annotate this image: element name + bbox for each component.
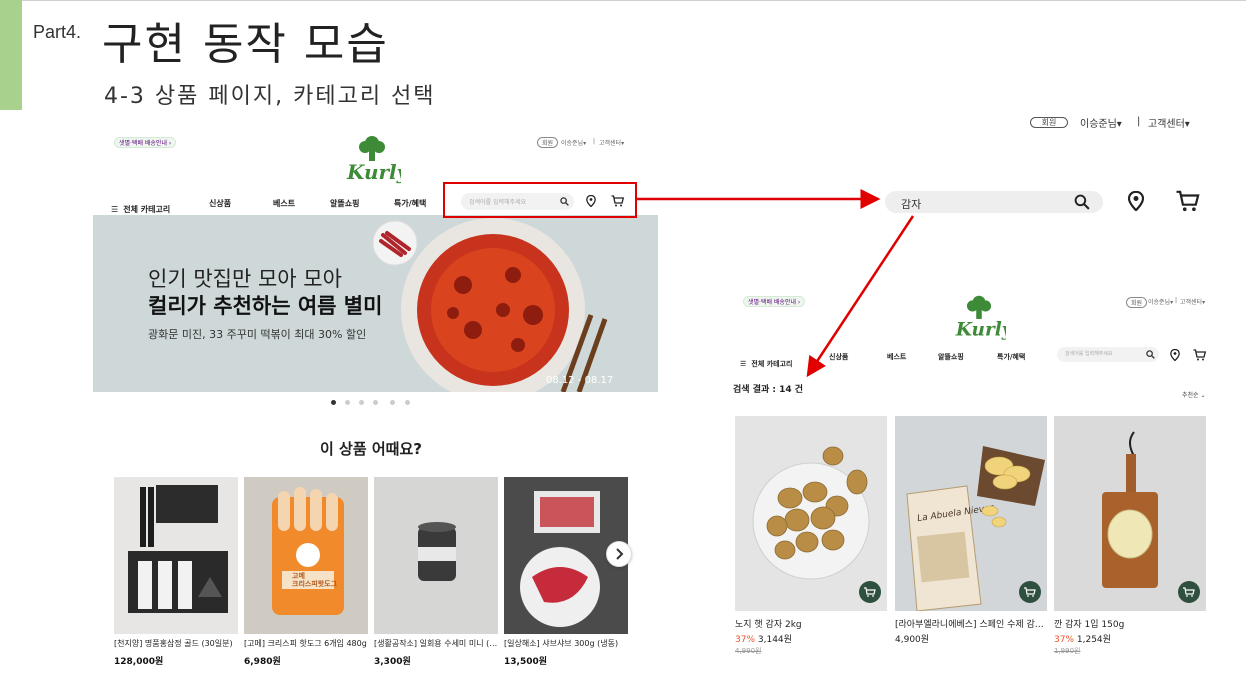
nav-best[interactable]: 베스트: [887, 352, 906, 362]
product-name[interactable]: [라아부엘라니에베스] 스페인 수제 감…: [895, 617, 1043, 630]
search-query: 감자: [901, 198, 922, 211]
discount-rate: 37%: [1054, 635, 1075, 645]
product-image[interactable]: [114, 477, 238, 634]
product-name[interactable]: 깐 감자 1입 150g: [1054, 617, 1206, 630]
svg-text:Kurly: Kurly: [955, 320, 1006, 341]
product-price-row: 37% 3,144원: [735, 632, 792, 645]
sort-dropdown[interactable]: 추천순 ⌄: [1182, 390, 1206, 399]
nav-bargain[interactable]: 알뜰쇼핑: [330, 198, 359, 209]
product-name[interactable]: [일상해소] 샤브샤브 300g (냉동): [504, 638, 628, 649]
add-to-cart-button[interactable]: [859, 581, 881, 603]
product-name[interactable]: [고메] 크리스피 핫도그 6개입 480g: [244, 638, 368, 649]
join-pill[interactable]: 회원: [537, 137, 559, 148]
carousel-dot[interactable]: [373, 400, 378, 405]
product-name[interactable]: 노지 햇 감자 2kg: [735, 617, 887, 630]
carousel-dot[interactable]: [331, 400, 336, 405]
slide-top-rule: [22, 0, 1246, 1]
customer-center-menu[interactable]: 고객센터▾: [599, 138, 624, 147]
search-result-count: 검색 결과 : 14 건: [733, 385, 804, 395]
recommend-section-title: 이 상품 어때요?: [320, 440, 422, 458]
sale-price: 1,254원: [1076, 635, 1111, 645]
product-price: 3,300원: [374, 657, 411, 667]
delivery-info-badge[interactable]: 샛별·택배 배송안내 ›: [743, 296, 806, 307]
nav-new[interactable]: 신상품: [209, 198, 231, 209]
banner-headline-1: 인기 맛집만 모아 모아: [148, 267, 342, 291]
nav-bargain[interactable]: 알뜰쇼핑: [938, 352, 964, 362]
svg-text:Kurly: Kurly: [346, 160, 401, 184]
slide-subtitle: 4-3 상품 페이지, 카테고리 선택: [104, 84, 436, 109]
banner-description: 광화문 미진, 33 주꾸미 떡볶이 최대 30% 할인: [148, 328, 367, 341]
location-pin-icon[interactable]: [1170, 349, 1180, 361]
cart-icon[interactable]: [1193, 349, 1206, 361]
search-area-highlight: [443, 182, 637, 218]
user-menu[interactable]: 이승준님▾: [1080, 115, 1122, 130]
banner-headline-2: 컬리가 추천하는 여름 별미: [148, 294, 383, 318]
customer-center-menu[interactable]: 고객센터▾: [1180, 297, 1205, 306]
search-icon[interactable]: [1146, 350, 1155, 359]
kurly-logo[interactable]: Kurly: [952, 293, 1006, 343]
nav-best[interactable]: 베스트: [273, 198, 295, 209]
user-menu[interactable]: 이승준님▾: [561, 138, 586, 147]
product-name[interactable]: [천지양] 명품홍삼정 골드 (30일분): [114, 638, 238, 649]
hamburger-icon: ☰: [740, 360, 747, 368]
kurly-logo[interactable]: Kurly: [343, 133, 401, 187]
carousel-dot[interactable]: [345, 400, 350, 405]
pack-label: 고메 크리스피핫도그: [292, 572, 338, 588]
product-price: 6,980원: [244, 657, 281, 667]
slide-accent-bar: [0, 0, 22, 110]
chevron-right-icon: [616, 548, 624, 560]
product-price-row: 4,900원: [895, 632, 929, 645]
original-price: 1,990원: [1054, 647, 1081, 655]
util-separator: |: [593, 138, 596, 145]
all-category-label: 전체 카테고리: [751, 360, 793, 368]
slide-title: 구현 동작 모습: [102, 19, 389, 70]
search-input[interactable]: 감자: [885, 191, 1103, 213]
cart-icon: [864, 587, 876, 597]
carousel-dot[interactable]: [390, 400, 395, 405]
sale-price: 4,900원: [895, 635, 930, 645]
join-pill[interactable]: 회원: [1030, 117, 1068, 128]
product-image[interactable]: 고메 크리스피핫도그: [244, 477, 368, 634]
cart-icon: [1183, 587, 1195, 597]
product-image[interactable]: [374, 477, 498, 634]
all-category-menu[interactable]: ☰ 전체 카테고리: [111, 197, 170, 216]
add-to-cart-button[interactable]: [1178, 581, 1200, 603]
carousel-dot[interactable]: [405, 400, 410, 405]
location-pin-icon[interactable]: [1127, 191, 1145, 211]
delivery-info-badge[interactable]: 샛별·택배 배송안내 ›: [114, 137, 177, 148]
product-price-row: 37% 1,254원: [1054, 632, 1111, 645]
product-price: 13,500원: [504, 657, 548, 667]
join-pill[interactable]: 회원: [1126, 297, 1148, 308]
hamburger-icon: ☰: [111, 205, 119, 214]
search-placeholder: 검색어를 입력해주세요: [1065, 351, 1113, 357]
util-separator: |: [1137, 116, 1141, 127]
user-menu[interactable]: 이승준님▾: [1148, 297, 1173, 306]
nav-deals[interactable]: 특가/혜택: [997, 352, 1025, 362]
search-input[interactable]: 검색어를 입력해주세요: [1057, 347, 1159, 362]
product-price: 128,000원: [114, 657, 164, 667]
all-category-label: 전체 카테고리: [123, 205, 171, 214]
product-name[interactable]: [생활공작소] 일회용 수세미 미니 (…: [374, 638, 498, 649]
util-separator: |: [1175, 297, 1178, 304]
sale-price: 3,144원: [757, 635, 792, 645]
cart-icon[interactable]: [1175, 190, 1200, 212]
all-category-menu[interactable]: ☰ 전체 카테고리: [740, 351, 792, 370]
carousel-dot[interactable]: [359, 400, 364, 405]
customer-center-menu[interactable]: 고객센터▾: [1148, 115, 1190, 130]
add-to-cart-button[interactable]: [1019, 581, 1041, 603]
original-price: 4,990원: [735, 647, 762, 655]
discount-rate: 37%: [735, 635, 756, 645]
nav-new[interactable]: 신상품: [829, 352, 848, 362]
part-label: Part4.: [33, 22, 82, 42]
banner-date: 08.12 - 08.17: [546, 375, 614, 386]
search-icon[interactable]: [1074, 194, 1090, 210]
product-image[interactable]: [1054, 416, 1206, 611]
carousel-next-button[interactable]: [606, 541, 632, 567]
nav-deals[interactable]: 특가/혜택: [394, 198, 426, 209]
product-image[interactable]: [735, 416, 887, 611]
cart-icon: [1024, 587, 1036, 597]
